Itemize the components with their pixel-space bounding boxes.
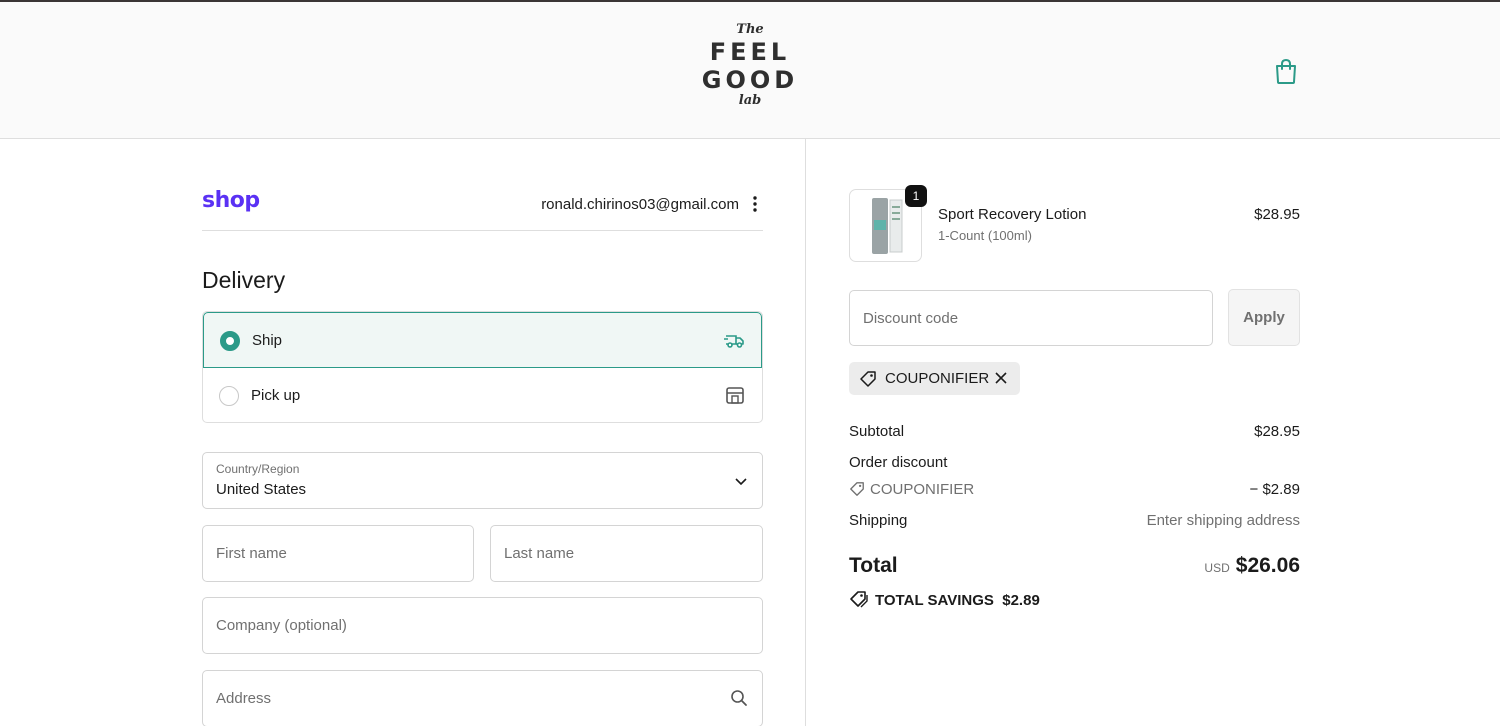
country-label: Country/Region xyxy=(216,462,300,476)
remove-discount-button[interactable] xyxy=(994,371,1008,385)
account-menu-button[interactable] xyxy=(749,194,761,214)
country-select[interactable]: Country/Region United States xyxy=(202,452,763,509)
country-value: United States xyxy=(216,481,307,498)
savings-value: $2.89 xyxy=(1002,592,1040,609)
ship-label: Ship xyxy=(252,332,283,349)
shop-pay-logo: shop xyxy=(202,188,260,213)
tag-icon xyxy=(850,482,864,496)
subtotal-value: $28.95 xyxy=(1254,423,1300,440)
currency-code: USD xyxy=(1204,561,1230,575)
store-icon xyxy=(724,384,746,406)
logo-the: The xyxy=(736,22,764,37)
company-field[interactable]: Company (optional) xyxy=(202,597,763,654)
total-label: Total xyxy=(849,554,898,577)
subtotal-label: Subtotal xyxy=(849,423,905,440)
cart-line-item: 1 Sport Recovery Lotion 1-Count (100ml) … xyxy=(849,185,1300,263)
shopping-bag-icon xyxy=(1276,58,1296,84)
pickup-label: Pick up xyxy=(251,387,301,404)
discount-placeholder: Discount code xyxy=(863,310,959,327)
logo-word-feel: FEEL xyxy=(709,38,791,66)
discount-code-label: COUPONIFIER xyxy=(870,481,975,498)
last-name-field[interactable]: Last name xyxy=(490,525,763,582)
shipping-value: Enter shipping address xyxy=(1146,512,1300,529)
delivery-option-ship[interactable]: Ship xyxy=(203,312,762,368)
address-placeholder: Address xyxy=(216,690,272,707)
search-icon xyxy=(730,689,748,707)
applied-discount-chip: COUPONIFIER xyxy=(849,362,1020,395)
last-name-placeholder: Last name xyxy=(504,545,575,562)
address-field[interactable]: Address xyxy=(202,670,763,726)
applied-code: COUPONIFIER xyxy=(885,370,990,387)
discount-code-row: COUPONIFIER − $2.89 xyxy=(849,481,1300,498)
shipping-row: Shipping Enter shipping address xyxy=(849,512,1300,529)
first-name-placeholder: First name xyxy=(216,545,287,562)
discount-code-input[interactable]: Discount code xyxy=(849,290,1213,346)
shipping-label: Shipping xyxy=(849,512,908,529)
company-placeholder: Company (optional) xyxy=(216,617,347,634)
delivery-option-pickup[interactable]: Pick up xyxy=(203,368,762,422)
site-header: The FEEL GOOD lab xyxy=(0,2,1500,139)
logo-lab: lab xyxy=(738,93,762,108)
pickup-radio[interactable] xyxy=(219,386,239,406)
more-vertical-icon xyxy=(753,196,757,212)
logo-word-good: GOOD xyxy=(701,66,799,94)
total-savings: TOTAL SAVINGS $2.89 xyxy=(849,590,1040,609)
product-name: Sport Recovery Lotion xyxy=(938,206,1087,223)
tag-icon xyxy=(859,370,877,388)
quantity-badge: 1 xyxy=(905,185,927,207)
chevron-down-icon xyxy=(734,475,748,487)
savings-label: TOTAL SAVINGS xyxy=(875,592,994,609)
order-discount-row: Order discount xyxy=(849,454,1300,471)
order-summary: 1 Sport Recovery Lotion 1-Count (100ml) … xyxy=(807,139,1500,726)
discount-value: − $2.89 xyxy=(1249,481,1300,498)
close-icon xyxy=(995,372,1007,384)
subtotal-row: Subtotal $28.95 xyxy=(849,423,1300,440)
order-discount-label: Order discount xyxy=(849,454,948,471)
first-name-field[interactable]: First name xyxy=(202,525,474,582)
feel-good-lab-logo[interactable]: The FEEL GOOD lab xyxy=(690,22,810,122)
ship-radio[interactable] xyxy=(220,331,240,351)
product-price: $28.95 xyxy=(1254,206,1300,223)
checkout-main: shop ronald.chirinos03@gmail.com Deliver… xyxy=(0,139,806,726)
product-variant: 1-Count (100ml) xyxy=(938,228,1032,243)
apply-discount-button[interactable]: Apply xyxy=(1228,289,1300,346)
account-row: shop ronald.chirinos03@gmail.com xyxy=(202,184,763,231)
total-value-group: USD $26.06 xyxy=(1204,554,1300,578)
account-email: ronald.chirinos03@gmail.com xyxy=(541,196,739,213)
truck-icon xyxy=(723,329,745,351)
delivery-method-group: Ship Pick up xyxy=(202,311,763,423)
cart-button[interactable] xyxy=(1272,56,1300,86)
total-value: $26.06 xyxy=(1235,554,1300,577)
tags-icon xyxy=(850,591,868,608)
delivery-heading: Delivery xyxy=(202,267,286,293)
